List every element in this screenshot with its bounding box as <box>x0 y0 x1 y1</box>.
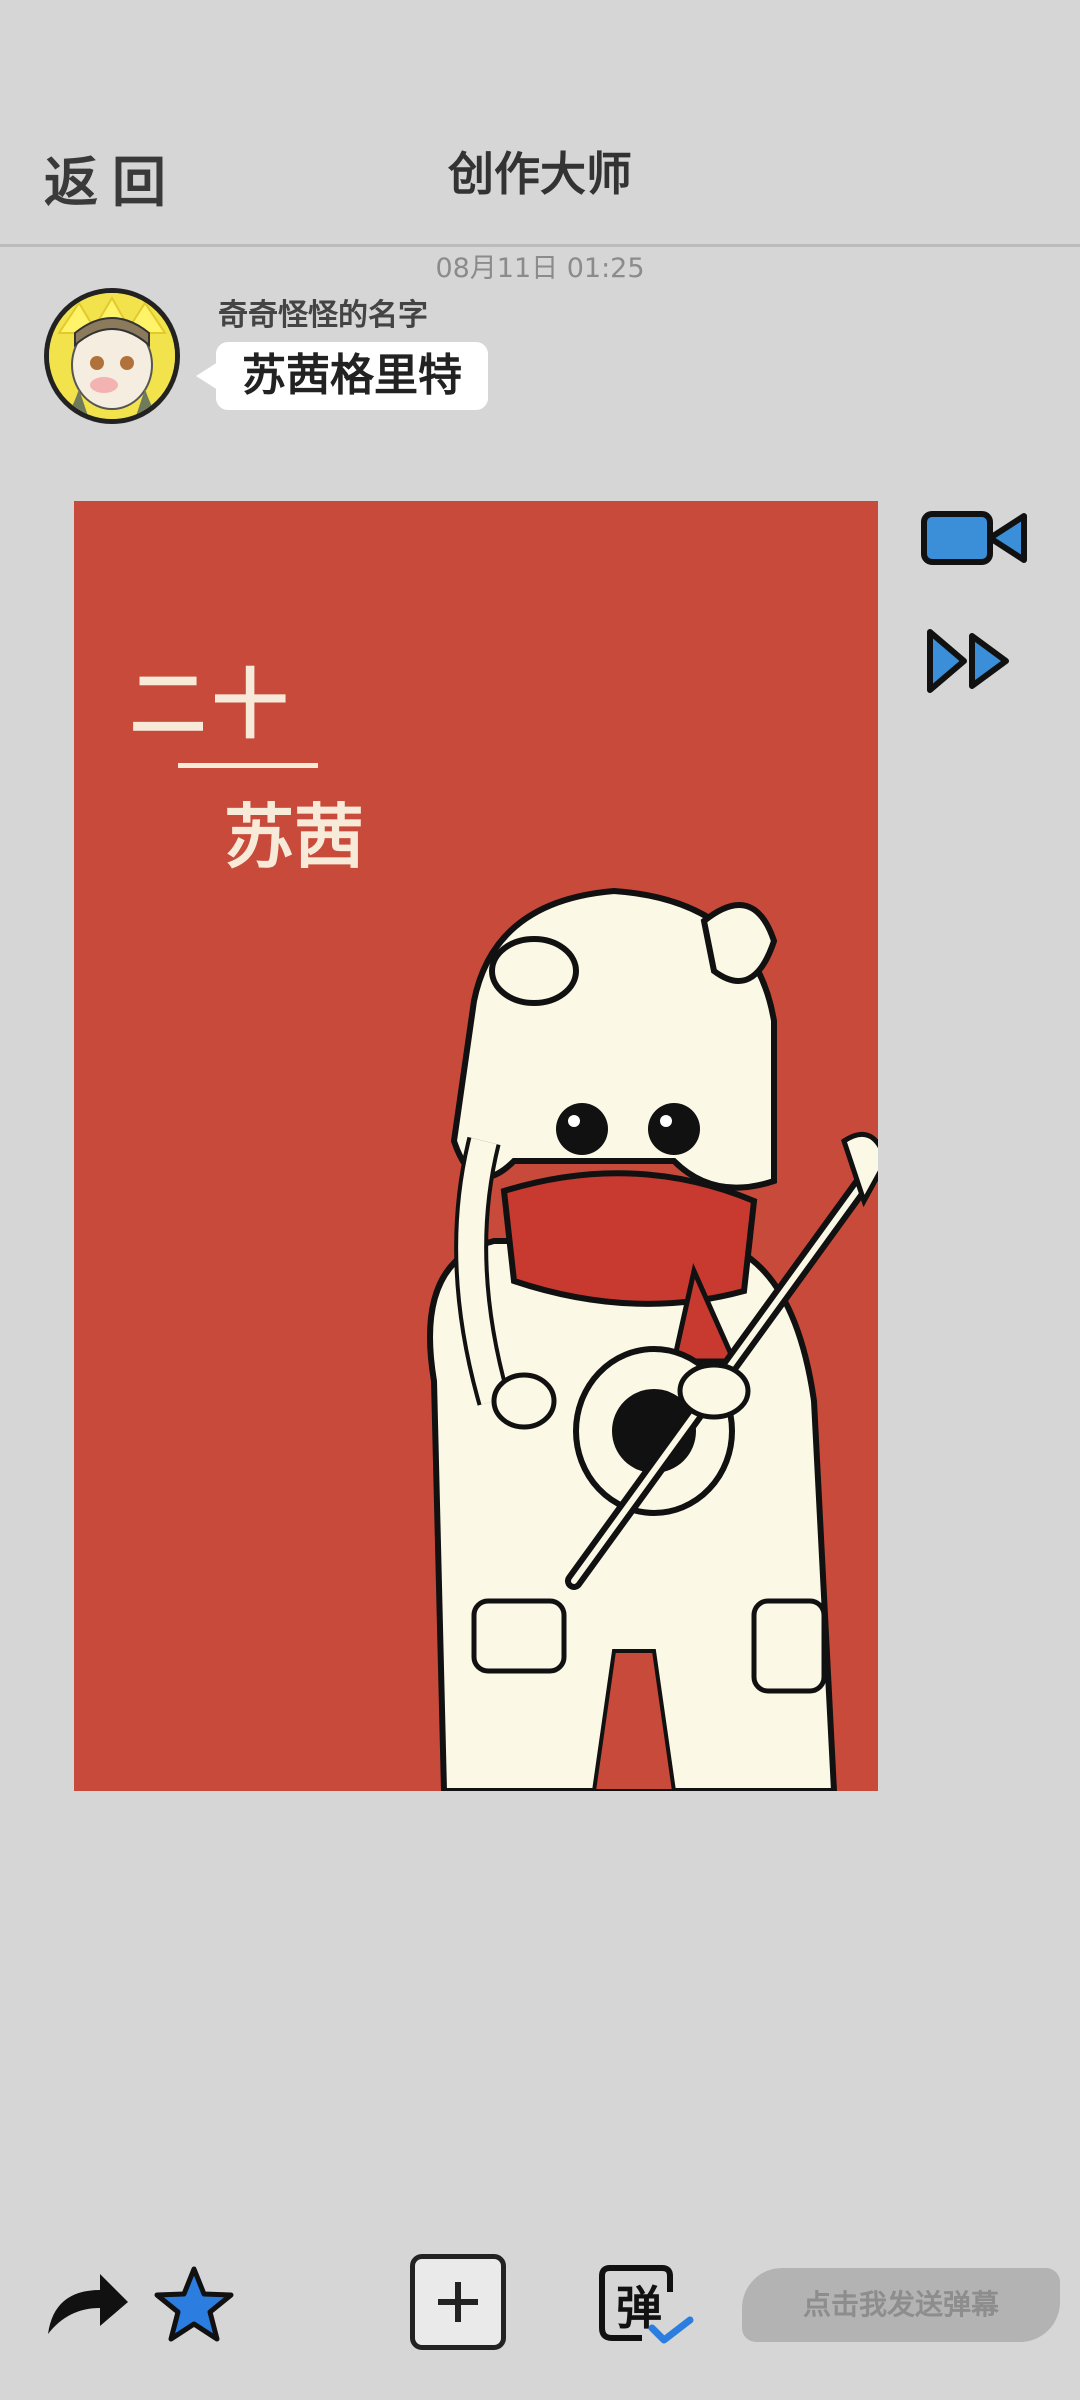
avatar-image <box>49 293 175 419</box>
share-arrow-icon <box>48 2274 128 2334</box>
video-camera-icon <box>921 511 1027 565</box>
fast-forward-icon <box>927 629 1009 693</box>
character-illustration <box>427 887 878 1791</box>
header-bar: 返回 创作大师 <box>0 0 1080 247</box>
post-timestamp: 08月11日 01:25 <box>435 253 645 284</box>
artwork-image[interactable]: 二十 苏茜 <box>74 501 878 1791</box>
avatar[interactable] <box>44 288 180 424</box>
danmu-icon: 弹 <box>599 2265 694 2344</box>
message-bubble: 苏茜格里特 <box>216 342 488 410</box>
danmu-input[interactable]: 点击我发送弹幕 <box>742 2268 1060 2342</box>
bubble-tail <box>196 362 218 390</box>
favorite-button[interactable] <box>154 2264 234 2344</box>
add-button[interactable] <box>410 2254 506 2350</box>
page-title: 创作大师 <box>448 147 632 201</box>
video-camera-button[interactable] <box>920 506 1030 570</box>
fast-forward-button[interactable] <box>924 626 1014 696</box>
star-icon <box>154 2266 234 2342</box>
author-name: 奇奇怪怪的名字 <box>218 298 428 333</box>
share-button[interactable] <box>44 2268 130 2340</box>
danmu-toggle-button[interactable]: 弹 <box>592 2262 696 2348</box>
